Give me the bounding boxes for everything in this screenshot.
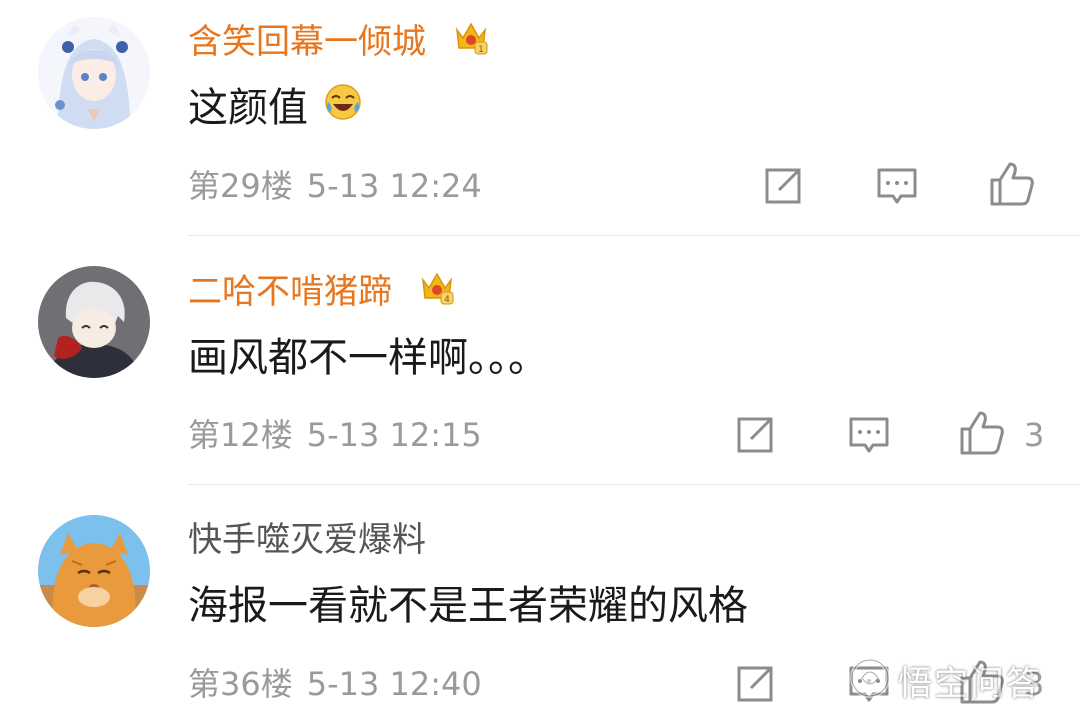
thumbs-up-icon[interactable]: [988, 160, 1036, 208]
watermark: 悟空问答: [848, 650, 1042, 710]
timestamp: 5-13 12:15: [306, 416, 482, 454]
svg-text:1: 1: [478, 45, 484, 55]
comment-meta: 第36楼 5-13 12:40: [188, 664, 482, 704]
avatar[interactable]: [38, 17, 150, 129]
timestamp: 5-13 12:24: [306, 167, 482, 205]
comment-icon[interactable]: [875, 164, 919, 208]
svg-text:4: 4: [444, 295, 450, 305]
username[interactable]: 二哈不啃猪蹄 4: [188, 272, 457, 315]
thumbs-up-icon[interactable]: [958, 409, 1006, 457]
comment-meta: 第12楼 5-13 12:15: [188, 415, 482, 455]
watermark-logo-icon: [848, 656, 892, 704]
watermark-text: 悟空问答: [898, 663, 1042, 704]
comment-icon[interactable]: [847, 413, 891, 457]
floor-number: 第36楼: [188, 665, 293, 703]
like-count: 3: [1024, 416, 1045, 454]
vip-crown-icon: 1: [451, 16, 491, 65]
comment-text: 海报一看就不是王者荣耀的风格: [188, 583, 748, 629]
floor-number: 第29楼: [188, 167, 293, 205]
username[interactable]: 含笑回幕一倾城 1: [188, 22, 491, 65]
avatar[interactable]: [38, 515, 150, 627]
avatar[interactable]: [38, 266, 150, 378]
comment-text: 画风都不一样啊。。。: [188, 335, 548, 381]
repost-icon[interactable]: [761, 164, 805, 208]
username[interactable]: 快手噬灭爱爆料: [188, 520, 426, 560]
floor-number: 第12楼: [188, 416, 293, 454]
divider: [188, 235, 1080, 236]
comment-meta: 第29楼 5-13 12:24: [188, 166, 482, 206]
timestamp: 5-13 12:40: [306, 665, 482, 703]
repost-icon[interactable]: [733, 413, 777, 457]
repost-icon[interactable]: [733, 662, 777, 706]
divider: [188, 484, 1080, 485]
comment-text: 这颜值: [188, 82, 363, 133]
laugh-cry-emoji: [323, 82, 363, 133]
vip-crown-icon: 4: [417, 266, 457, 315]
